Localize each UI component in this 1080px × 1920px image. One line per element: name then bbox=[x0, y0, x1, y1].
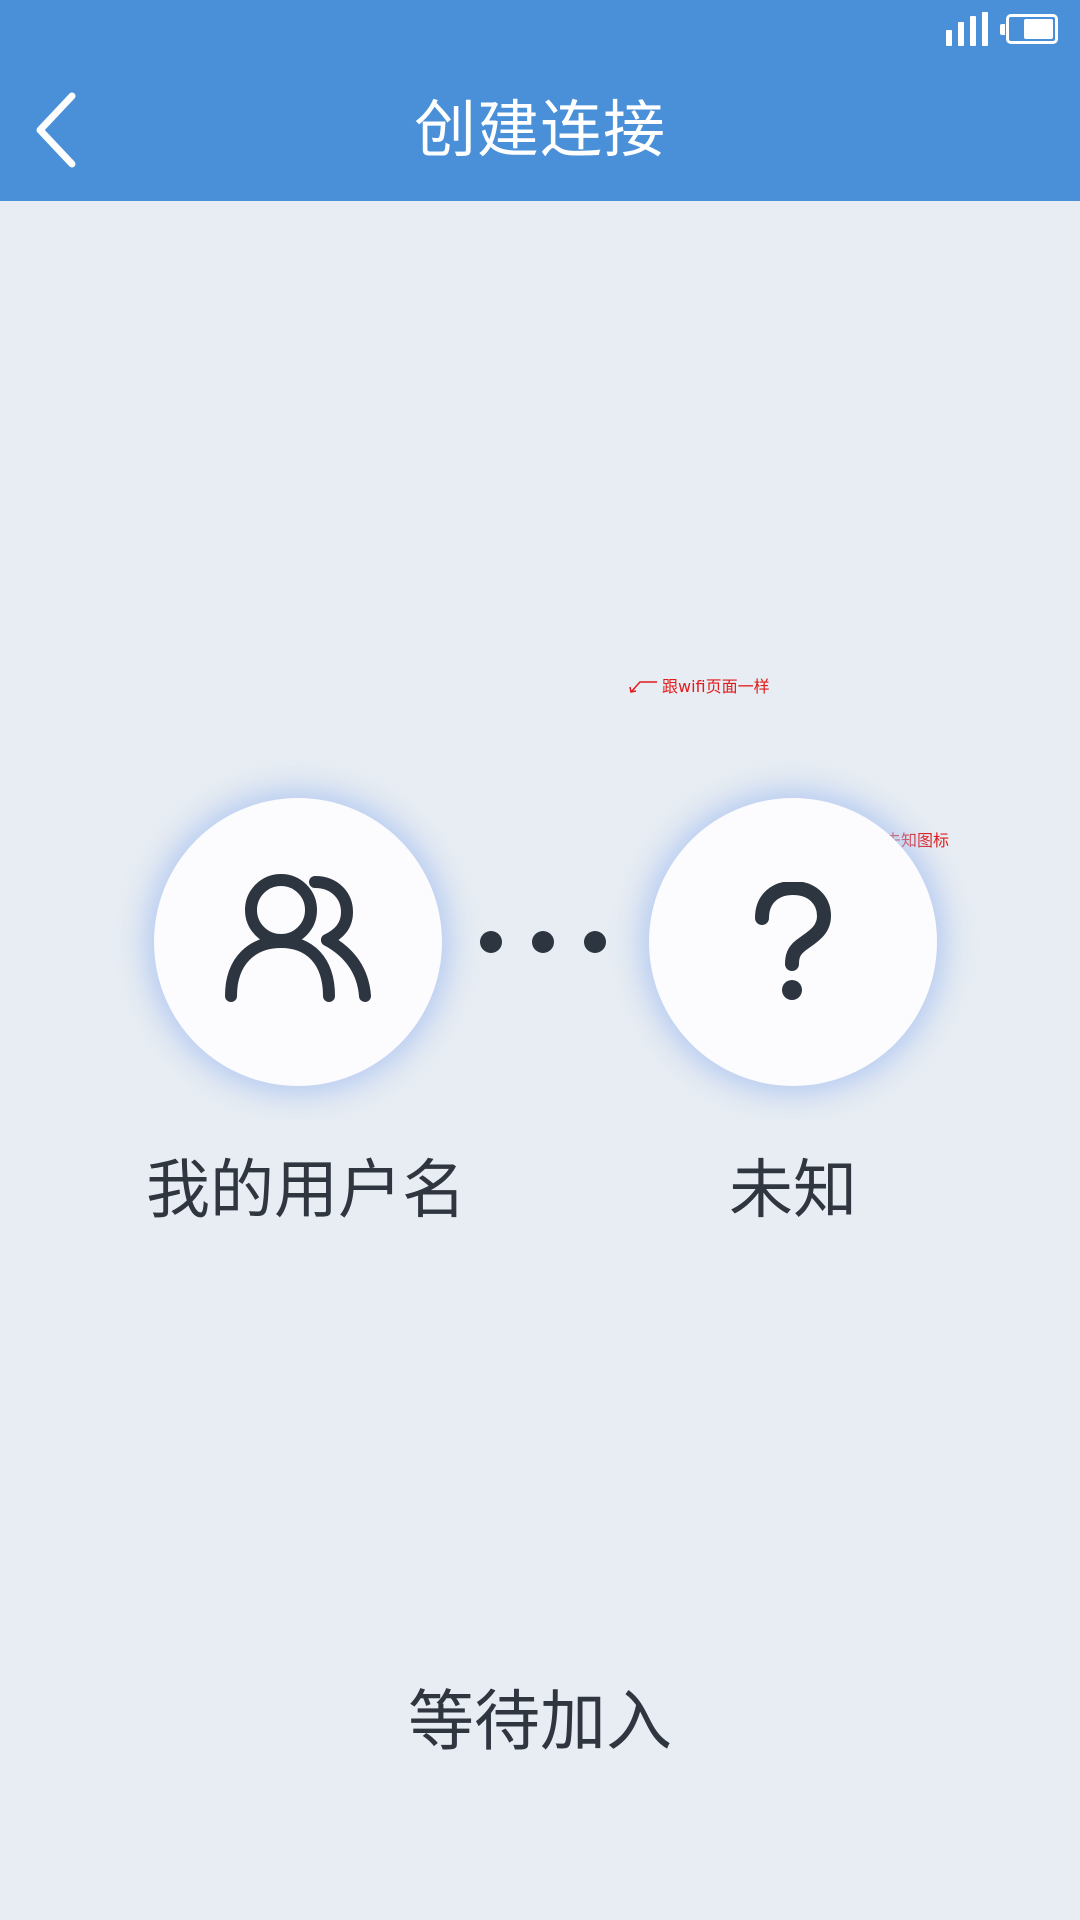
users-icon bbox=[225, 874, 371, 1002]
dot bbox=[480, 931, 502, 953]
dot bbox=[584, 931, 606, 953]
peer-name-label: 未知 bbox=[729, 1154, 857, 1228]
peer-avatar bbox=[649, 798, 937, 1086]
dot bbox=[532, 931, 554, 953]
my-username-label: 我的用户名 bbox=[146, 1154, 466, 1228]
arrow-icon bbox=[629, 681, 657, 693]
battery-icon bbox=[1000, 14, 1058, 44]
design-note-text: 跟wifi页面一样 bbox=[662, 677, 770, 696]
ellipsis-dots-icon bbox=[480, 928, 606, 956]
signal-bars-icon bbox=[946, 12, 988, 46]
my-user-avatar bbox=[154, 798, 442, 1086]
screen: 创建连接 跟wifi页面一样 未知图标 我的用户名 未知 等待加入 bbox=[0, 0, 1080, 1920]
question-mark-icon bbox=[755, 882, 832, 1000]
connection-status-text: 等待加入 bbox=[408, 1683, 672, 1760]
status-bar bbox=[946, 12, 1058, 46]
design-note-same-as-wifi: 跟wifi页面一样 bbox=[628, 677, 770, 697]
top-bar: 创建连接 bbox=[0, 0, 1080, 201]
battery-level bbox=[1024, 19, 1053, 39]
page-title: 创建连接 bbox=[413, 93, 666, 166]
